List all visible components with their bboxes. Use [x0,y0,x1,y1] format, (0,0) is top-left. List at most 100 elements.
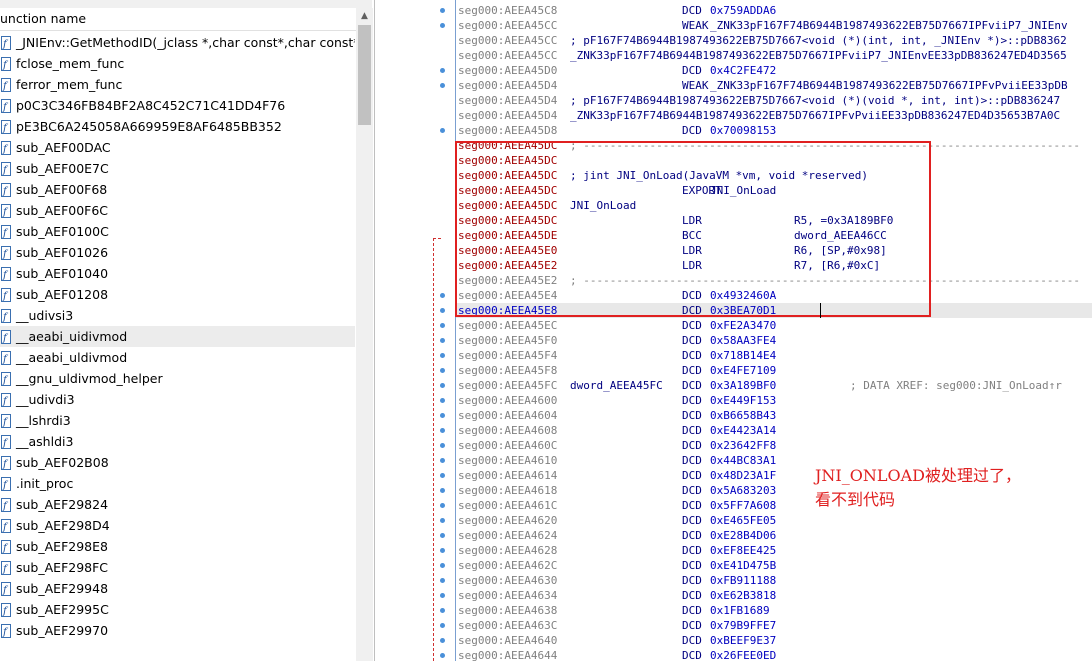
function-list-item[interactable]: f p0C3C346FB84BF2A8C452C71C41DD4F76 [0,95,355,116]
disasm-line[interactable]: seg000:AEEA45D8 DCD 0x70098153 [456,123,1092,138]
disasm-line[interactable]: seg000:AEEA45CC _ZNK33pF167F74B6944B19874… [456,48,1092,63]
disasm-line[interactable]: seg000:AEEA45C8 DCD 0x759ADDA6 [456,3,1092,18]
function-list-item[interactable]: f sub_AEF01208 [0,284,355,305]
disasm-mnemonic: DCD [682,64,702,77]
function-list-item[interactable]: f sub_AEF0100C [0,221,355,242]
disasm-line[interactable]: seg000:AEEA4628 DCD 0xEF8EE425 [456,543,1092,558]
breakpoint-dot-icon[interactable] [440,578,445,583]
disasm-line[interactable]: seg000:AEEA45F0 DCD 0x58AA3FE4 [456,333,1092,348]
breakpoint-gutter[interactable] [440,0,450,661]
disassembly-view[interactable]: seg000:AEEA45C8 DCD 0x759ADDA6 seg000:AEEA4… [455,0,1092,661]
breakpoint-dot-icon[interactable] [440,458,445,463]
disasm-line[interactable]: seg000:AEEA4604 DCD 0xB6658B43 [456,408,1092,423]
disasm-line[interactable]: seg000:AEEA4630 DCD 0xFB911188 [456,573,1092,588]
breakpoint-dot-icon[interactable] [440,413,445,418]
disasm-operands: 0x718B14E4 [710,349,777,362]
breakpoint-dot-icon[interactable] [440,8,445,13]
function-list-item[interactable]: f __gnu_uldivmod_helper [0,368,355,389]
breakpoint-dot-icon[interactable] [440,293,445,298]
breakpoint-dot-icon[interactable] [440,338,445,343]
disasm-line[interactable]: seg000:AEEA4640 DCD 0xBEEF9E37 [456,633,1092,648]
function-list-item[interactable]: f sub_AEF298E8 [0,536,355,557]
breakpoint-dot-icon[interactable] [440,23,445,28]
disasm-line[interactable]: seg000:AEEA45F4 DCD 0x718B14E4 [456,348,1092,363]
disasm-operands: 0x5FF7A608 [710,499,777,512]
function-list-item[interactable]: f ferror_mem_func [0,74,355,95]
function-list-item[interactable]: f sub_AEF01040 [0,263,355,284]
disasm-line[interactable]: seg000:AEEA45EC DCD 0xFE2A3470 [456,318,1092,333]
breakpoint-dot-icon[interactable] [440,548,445,553]
function-list-item-label: sub_AEF29970 [16,623,109,638]
disasm-line[interactable]: seg000:AEEA4600 DCD 0xE449F153 [456,393,1092,408]
function-list-item[interactable]: f sub_AEF00E7C [0,158,355,179]
breakpoint-dot-icon[interactable] [440,398,445,403]
disasm-line[interactable]: seg000:AEEA4644 DCD 0x26FEE0ED [456,648,1092,661]
function-name-column-header[interactable]: unction name [0,8,372,31]
disasm-line[interactable]: seg000:AEEA4608 DCD 0xE4423A14 [456,423,1092,438]
function-list-item[interactable]: f .init_proc [0,473,355,494]
function-list-item[interactable]: f __ashldi3 [0,431,355,452]
function-list-item[interactable]: f __aeabi_uldivmod [0,347,355,368]
breakpoint-dot-icon[interactable] [440,383,445,388]
function-list-item[interactable]: f sub_AEF01026 [0,242,355,263]
breakpoint-dot-icon[interactable] [440,308,445,313]
disasm-line[interactable]: seg000:AEEA4624 DCD 0xE28B4D06 [456,528,1092,543]
disasm-line[interactable]: seg000:AEEA45F8 DCD 0xE4FE7109 [456,363,1092,378]
scrollbar-thumb[interactable] [358,25,371,125]
function-list-item[interactable]: f sub_AEF29970 [0,620,355,641]
function-list-item[interactable]: f __lshrdi3 [0,410,355,431]
breakpoint-dot-icon[interactable] [440,593,445,598]
vertical-scrollbar[interactable]: ▲ [356,8,373,661]
breakpoint-dot-icon[interactable] [440,623,445,628]
breakpoint-dot-icon[interactable] [440,653,445,658]
scroll-up-arrow-icon[interactable]: ▲ [356,8,373,25]
function-list-item[interactable]: f __aeabi_uidivmod [0,326,355,347]
breakpoint-dot-icon[interactable] [440,563,445,568]
disasm-line[interactable]: seg000:AEEA462C DCD 0xE41D475B [456,558,1092,573]
function-list[interactable]: f _JNIEnv::GetMethodID(_jclass *,char con… [0,32,355,661]
disasm-address: seg000:AEEA4620 [458,514,558,527]
disasm-line[interactable]: seg000:AEEA45D4 ; pF167F74B6944B198749362… [456,93,1092,108]
function-list-item[interactable]: f sub_AEF00F68 [0,179,355,200]
function-list-item[interactable]: f fclose_mem_func [0,53,355,74]
function-list-item[interactable]: f sub_AEF00F6C [0,200,355,221]
function-list-item[interactable]: f sub_AEF29824 [0,494,355,515]
function-list-item[interactable]: f sub_AEF00DAC [0,137,355,158]
function-list-item[interactable]: f __udivdi3 [0,389,355,410]
disasm-line[interactable]: seg000:AEEA45CC ; pF167F74B6944B198749362… [456,33,1092,48]
disasm-line[interactable]: seg000:AEEA460C DCD 0x23642FF8 [456,438,1092,453]
disasm-line[interactable]: seg000:AEEA45D4 _ZNK33pF167F74B6944B19874… [456,108,1092,123]
disasm-line[interactable]: seg000:AEEA4620 DCD 0xE465FE05 [456,513,1092,528]
breakpoint-dot-icon[interactable] [440,488,445,493]
breakpoint-dot-icon[interactable] [440,83,445,88]
function-list-item[interactable]: f sub_AEF29948 [0,578,355,599]
disasm-line[interactable]: seg000:AEEA45D0 DCD 0x4C2FE472 [456,63,1092,78]
function-list-item[interactable]: f __udivsi3 [0,305,355,326]
function-list-item[interactable]: f sub_AEF2995C [0,599,355,620]
disasm-operands: _ZNK33pF167F74B6944B1987493622EB75D7667I… [710,19,1068,32]
breakpoint-dot-icon[interactable] [440,323,445,328]
function-list-item[interactable]: f pE3BC6A245058A669959E8AF6485BB352 [0,116,355,137]
function-list-item[interactable]: f sub_AEF298FC [0,557,355,578]
disasm-line[interactable]: seg000:AEEA45CC WEAK _ZNK33pF167F74B6944B1… [456,18,1092,33]
breakpoint-dot-icon[interactable] [440,428,445,433]
disasm-line[interactable]: seg000:AEEA463C DCD 0x79B9FFE7 [456,618,1092,633]
breakpoint-dot-icon[interactable] [440,638,445,643]
disasm-line[interactable]: seg000:AEEA45FC dword_AEEA45FC DCD 0x3A189B… [456,378,1092,393]
disasm-line[interactable]: seg000:AEEA4634 DCD 0xE62B3818 [456,588,1092,603]
breakpoint-dot-icon[interactable] [440,128,445,133]
breakpoint-dot-icon[interactable] [440,443,445,448]
breakpoint-dot-icon[interactable] [440,368,445,373]
breakpoint-dot-icon[interactable] [440,518,445,523]
disasm-line[interactable]: seg000:AEEA45D4 WEAK _ZNK33pF167F74B6944B1… [456,78,1092,93]
function-list-item[interactable]: f sub_AEF298D4 [0,515,355,536]
breakpoint-dot-icon[interactable] [440,68,445,73]
breakpoint-dot-icon[interactable] [440,353,445,358]
breakpoint-dot-icon[interactable] [440,533,445,538]
disasm-line[interactable]: seg000:AEEA4638 DCD 0x1FB1689 [456,603,1092,618]
function-list-item[interactable]: f _JNIEnv::GetMethodID(_jclass *,char con… [0,32,355,53]
breakpoint-dot-icon[interactable] [440,473,445,478]
breakpoint-dot-icon[interactable] [440,608,445,613]
breakpoint-dot-icon[interactable] [440,503,445,508]
function-list-item[interactable]: f sub_AEF02B08 [0,452,355,473]
